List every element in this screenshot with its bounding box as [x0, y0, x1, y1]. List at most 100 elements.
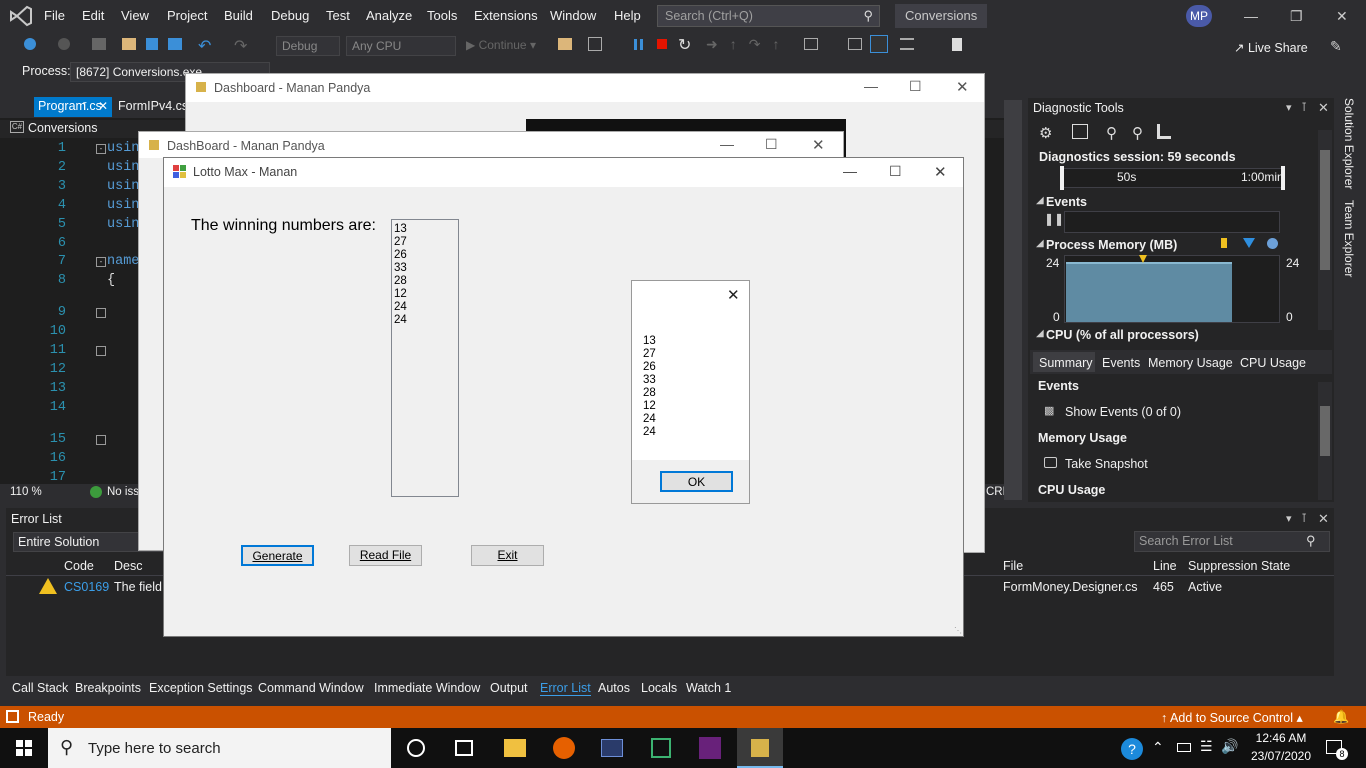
- close-icon[interactable]: ✕: [812, 136, 825, 154]
- list-item[interactable]: 27: [394, 236, 456, 249]
- pin-icon[interactable]: ⊺: [82, 100, 88, 113]
- panel-menu-icon[interactable]: ▾: [1286, 512, 1292, 525]
- bottom-tab-watch-1[interactable]: Watch 1: [686, 681, 731, 695]
- column-file[interactable]: File: [1003, 559, 1023, 573]
- error-search-input[interactable]: Search Error List: [1134, 531, 1330, 552]
- minimize-icon[interactable]: —: [720, 136, 734, 152]
- expand-icon[interactable]: ◢: [1036, 195, 1044, 206]
- restart-icon[interactable]: ↻: [678, 35, 691, 55]
- settings-icon[interactable]: ⚙: [1039, 124, 1052, 142]
- numbers-listbox[interactable]: 13 27 26 33 28 12 24 24: [391, 219, 459, 497]
- menu-item-test[interactable]: Test: [326, 8, 350, 23]
- timeline-start-handle[interactable]: [1060, 166, 1064, 190]
- config-select[interactable]: Debug: [276, 36, 340, 56]
- export-icon[interactable]: [1072, 124, 1088, 139]
- sql-icon[interactable]: [601, 739, 623, 757]
- list-item[interactable]: 24: [394, 301, 456, 314]
- minimize-icon[interactable]: —: [864, 78, 878, 94]
- collapse-icon[interactable]: [96, 346, 106, 356]
- column-description[interactable]: Desc: [114, 559, 142, 573]
- tab-events[interactable]: Events: [1102, 356, 1140, 370]
- close-icon[interactable]: ✕: [1318, 100, 1329, 116]
- volume-icon[interactable]: 🔊: [1221, 738, 1238, 755]
- bottom-tab-breakpoints[interactable]: Breakpoints: [75, 681, 141, 695]
- list-item[interactable]: 13: [394, 223, 456, 236]
- source-control-button[interactable]: ↑ Add to Source Control ▴: [1161, 710, 1303, 725]
- bottom-tab-output[interactable]: Output: [490, 681, 528, 695]
- menu-item-tools[interactable]: Tools: [427, 8, 457, 23]
- maximize-icon[interactable]: ☐: [889, 163, 902, 180]
- panel-menu-icon[interactable]: ▾: [1286, 101, 1292, 114]
- tab-formipv4-cs[interactable]: FormIPv4.cs: [114, 97, 188, 117]
- error-code-link[interactable]: CS0169: [64, 580, 109, 594]
- search-input[interactable]: Search (Ctrl+Q) ⚲: [657, 5, 880, 27]
- visual-studio-taskbar-icon[interactable]: [699, 737, 721, 759]
- tab-close-icon[interactable]: ✕: [98, 99, 108, 113]
- screen-icon[interactable]: [588, 37, 602, 51]
- close-icon[interactable]: ✕: [1336, 8, 1348, 25]
- avatar[interactable]: MP: [1186, 5, 1212, 27]
- menu-item-debug[interactable]: Debug: [271, 8, 309, 23]
- resize-grip-icon[interactable]: ⋱: [954, 626, 962, 635]
- feedback-icon[interactable]: ✎: [1330, 38, 1342, 55]
- wifi-icon[interactable]: ☱: [1200, 738, 1213, 755]
- bottom-tab-exception-settings[interactable]: Exception Settings: [149, 681, 253, 695]
- new-project-icon[interactable]: [92, 38, 106, 50]
- bottom-tab-autos[interactable]: Autos: [598, 681, 630, 695]
- tab-cpu-usage[interactable]: CPU Usage: [1240, 356, 1306, 370]
- tray-chevron-icon[interactable]: ⌃: [1152, 739, 1164, 756]
- class-dropdown[interactable]: Conversions: [28, 121, 97, 135]
- take-snapshot-button[interactable]: Take Snapshot: [1065, 457, 1148, 471]
- menu-item-extensions[interactable]: Extensions: [474, 8, 538, 23]
- close-icon[interactable]: ✕: [934, 163, 947, 181]
- column-code[interactable]: Code: [64, 559, 94, 573]
- menu-item-analyze[interactable]: Analyze: [366, 8, 412, 23]
- back-icon[interactable]: [24, 38, 36, 50]
- list-item[interactable]: 24: [394, 314, 456, 327]
- save-icon[interactable]: [146, 38, 158, 50]
- exit-button[interactable]: Exit: [471, 545, 544, 566]
- chart-icon[interactable]: [1157, 124, 1171, 139]
- close-icon[interactable]: ✕: [727, 286, 740, 304]
- hex-icon[interactable]: [804, 38, 818, 50]
- battery-icon[interactable]: [1177, 743, 1191, 752]
- bottom-tab-error-list[interactable]: Error List: [540, 681, 591, 696]
- minimize-icon[interactable]: —: [1244, 8, 1258, 24]
- expand-icon[interactable]: ◢: [1036, 328, 1044, 339]
- restore-icon[interactable]: ❐: [1290, 8, 1303, 25]
- list-item[interactable]: 28: [394, 275, 456, 288]
- list-item[interactable]: 12: [394, 288, 456, 301]
- ok-button[interactable]: OK: [660, 471, 733, 492]
- tab-memory-usage[interactable]: Memory Usage: [1148, 356, 1233, 370]
- undo-icon[interactable]: ↶: [198, 36, 211, 56]
- task-view-icon[interactable]: [455, 740, 473, 756]
- platform-select[interactable]: Any CPU: [346, 36, 456, 56]
- menu-item-project[interactable]: Project: [167, 8, 207, 23]
- thread-icon[interactable]: [848, 38, 862, 50]
- forward-icon[interactable]: [58, 38, 70, 50]
- active-tool-icon[interactable]: [870, 35, 888, 53]
- firefox-icon[interactable]: [553, 737, 575, 759]
- windows-start-icon[interactable]: [16, 740, 32, 756]
- bookmark-icon[interactable]: [952, 38, 962, 51]
- cortana-icon[interactable]: [407, 739, 425, 757]
- open-folder-icon[interactable]: [122, 38, 136, 50]
- file-explorer-icon[interactable]: [504, 739, 526, 757]
- collapse-icon[interactable]: [96, 308, 106, 318]
- menu-item-view[interactable]: View: [121, 8, 149, 23]
- collapse-icon[interactable]: [96, 435, 106, 445]
- expand-icon[interactable]: ◢: [1036, 238, 1044, 249]
- list-item[interactable]: 26: [394, 249, 456, 262]
- clock-time[interactable]: 12:46 AM: [1251, 731, 1311, 745]
- pause-icon[interactable]: [634, 39, 637, 50]
- list-icon[interactable]: [900, 38, 914, 50]
- save-all-icon[interactable]: [168, 38, 182, 50]
- solution-explorer-tab[interactable]: Solution Explorer: [1342, 98, 1356, 189]
- bottom-tab-immediate-window[interactable]: Immediate Window: [374, 681, 480, 695]
- pause-events-icon[interactable]: ❚❚: [1044, 212, 1064, 230]
- menu-item-help[interactable]: Help: [614, 8, 641, 23]
- redo-icon[interactable]: ↷: [234, 36, 247, 56]
- menu-item-file[interactable]: File: [44, 8, 65, 23]
- collapse-icon[interactable]: -: [96, 257, 106, 267]
- zoom-in-icon[interactable]: ⚲: [1106, 124, 1117, 142]
